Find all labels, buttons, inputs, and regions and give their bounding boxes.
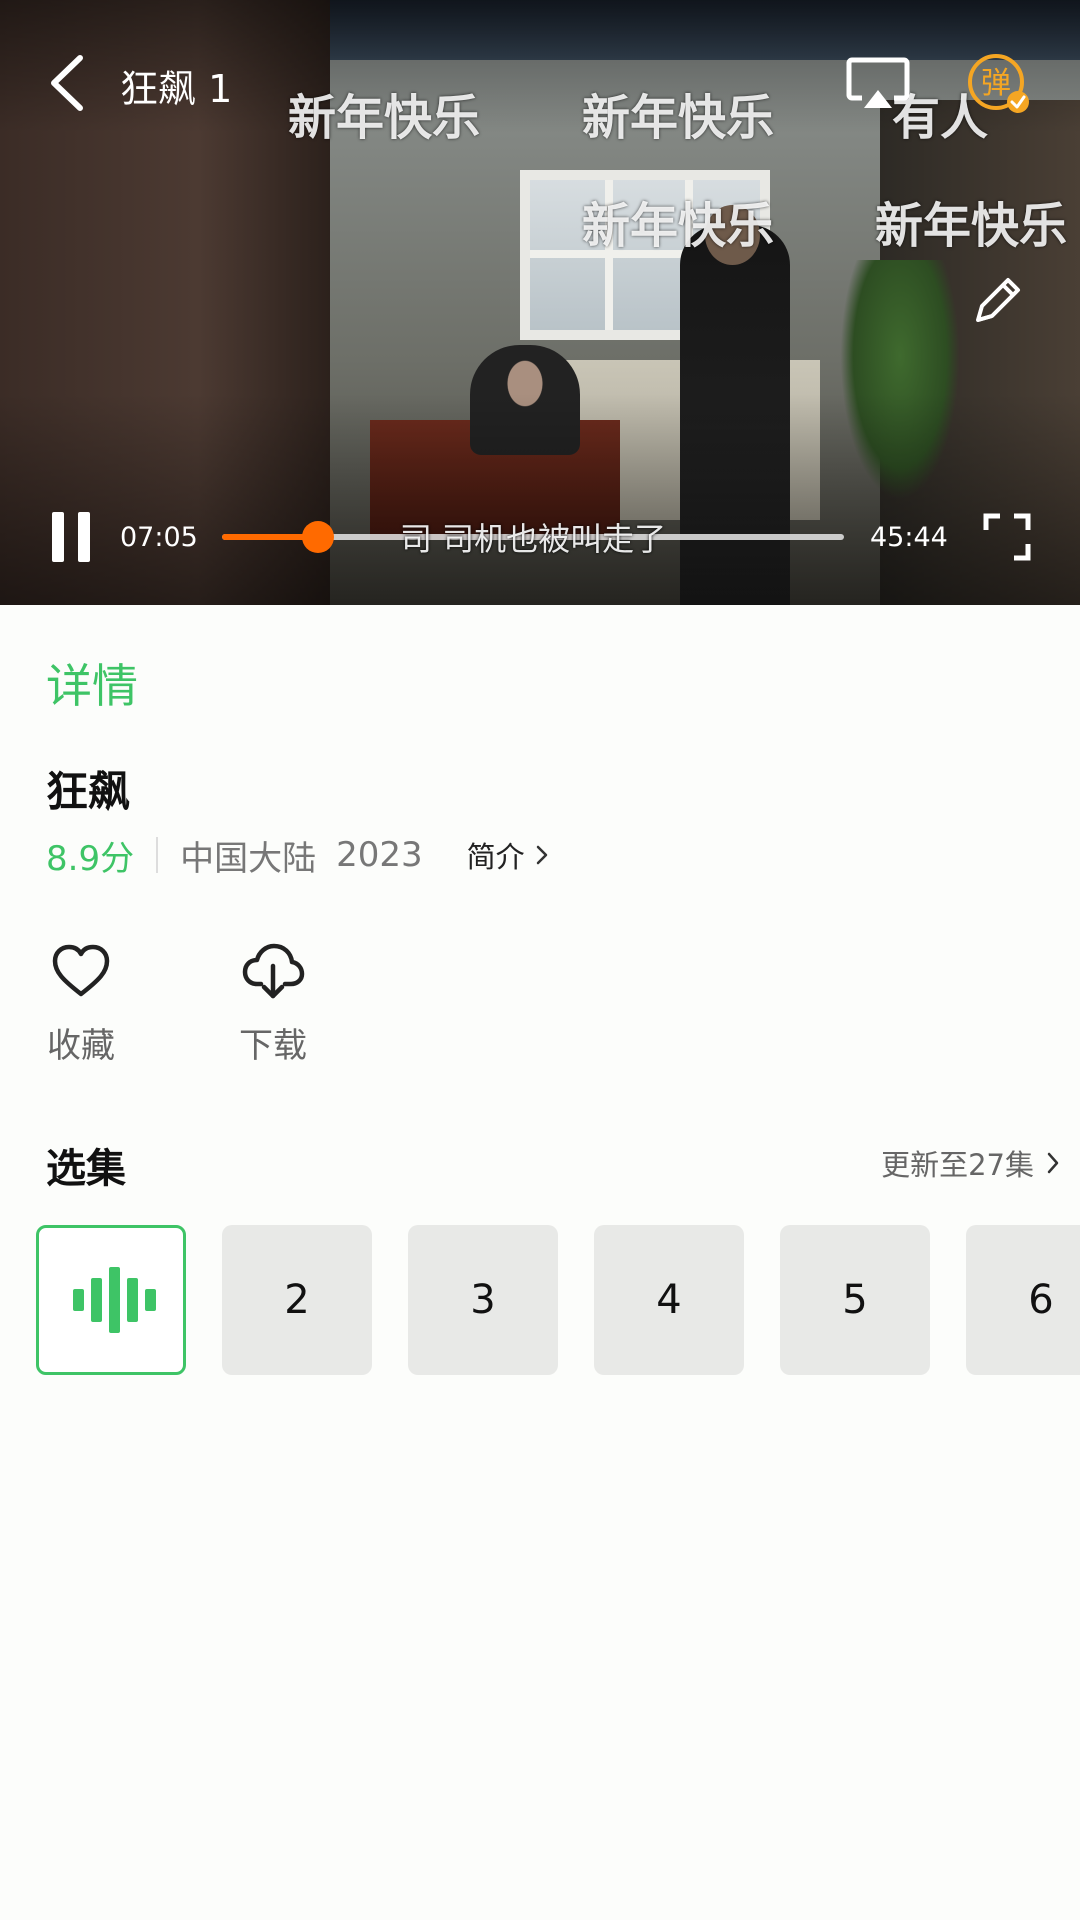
episode-item[interactable]: [36, 1225, 186, 1375]
episode-item[interactable]: 3: [408, 1225, 558, 1375]
episode-number: 5: [842, 1277, 868, 1323]
download-button[interactable]: 下载: [228, 940, 318, 1067]
download-label: 下载: [239, 1026, 307, 1066]
update-status: 更新至27集: [881, 1148, 1034, 1182]
show-meta: 8.9分 中国大陆 2023 简介: [46, 830, 549, 880]
intro-label: 简介: [466, 840, 525, 874]
episode-list: 2 3 4 5 6: [36, 1225, 1080, 1375]
danmaku-icon: 弹: [968, 54, 1029, 113]
all-episodes-link[interactable]: 更新至27集: [881, 1142, 1060, 1184]
chevron-left-icon: [51, 55, 83, 111]
cast-button[interactable]: [846, 56, 910, 112]
favorite-button[interactable]: 收藏: [36, 940, 126, 1067]
chevron-right-icon: [1047, 1152, 1059, 1174]
episode-item[interactable]: 6: [966, 1225, 1080, 1375]
episode-number: 2: [284, 1277, 310, 1323]
pause-button[interactable]: [48, 512, 94, 562]
intro-link[interactable]: 简介: [467, 834, 549, 876]
back-button[interactable]: [40, 50, 96, 116]
rating-score: 8.9分: [46, 838, 135, 879]
subtitle-text: 司 司机也被叫走了: [400, 520, 667, 558]
episode-number: 6: [1028, 1277, 1054, 1323]
episode-item[interactable]: 2: [222, 1225, 372, 1375]
year-label: 2023: [336, 835, 423, 875]
episode-number: 3: [470, 1277, 496, 1323]
favorite-label: 收藏: [47, 1026, 115, 1066]
episodes-heading: 选集: [46, 1146, 126, 1192]
pause-icon: [52, 512, 64, 562]
divider: [156, 837, 159, 873]
episode-number: 4: [656, 1277, 682, 1323]
current-time: 07:05: [120, 522, 198, 553]
tab-details[interactable]: 详情: [46, 650, 138, 716]
danmaku-toggle-button[interactable]: 弹: [966, 52, 1030, 116]
danmaku-comment: 新年快乐: [875, 198, 1068, 254]
svg-text:弹: 弹: [981, 66, 1011, 101]
player-controls: 07:05 司 司机也被叫走了 45:44: [0, 500, 1080, 580]
player-top-bar: 狂飙 1 弹: [0, 0, 1080, 170]
show-title: 狂飙: [46, 767, 131, 816]
now-playing-icon: [73, 1267, 156, 1333]
episode-item[interactable]: 4: [594, 1225, 744, 1375]
pencil-icon: [976, 278, 1020, 322]
cloud-download-icon: [242, 943, 305, 999]
airplay-icon: [846, 57, 910, 108]
video-player[interactable]: 新年快乐 新年快乐 有人 新年快乐 新年快乐 狂飙 1 弹 07:05 司 司机…: [0, 0, 1080, 605]
region-label: 中国大陆: [180, 838, 317, 879]
send-danmaku-button[interactable]: [970, 272, 1026, 328]
fullscreen-icon: [983, 513, 1031, 561]
episode-title: 狂飙 1: [120, 67, 233, 111]
episode-item[interactable]: 5: [780, 1225, 930, 1375]
heart-icon: [52, 944, 110, 997]
chevron-right-icon: [536, 845, 547, 865]
danmaku-comment: 新年快乐: [582, 198, 775, 254]
seek-handle[interactable]: [302, 521, 335, 553]
total-time: 45:44: [870, 522, 948, 553]
fullscreen-button[interactable]: [982, 512, 1032, 562]
